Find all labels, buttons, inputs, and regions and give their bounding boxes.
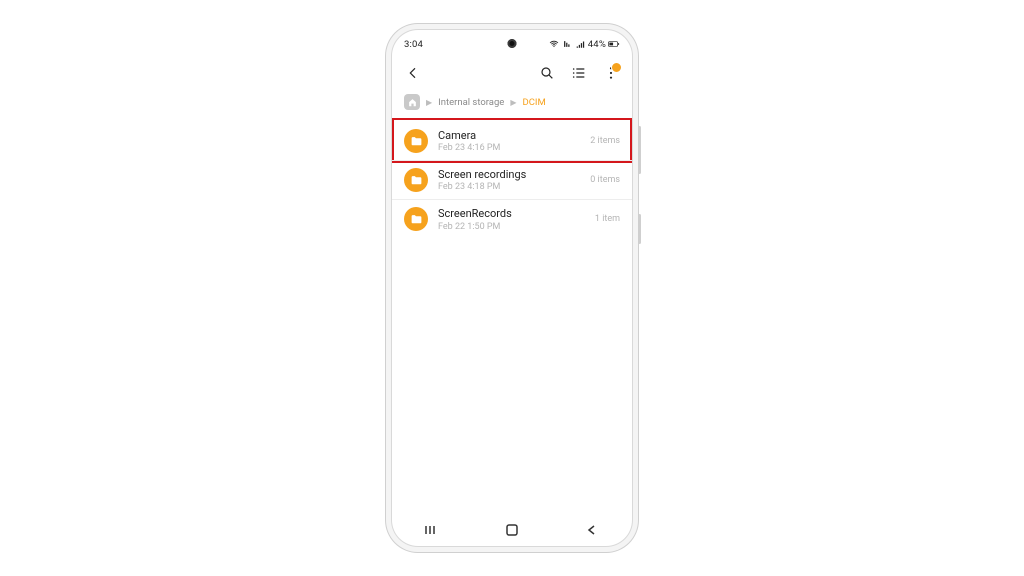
folder-name: Camera: [438, 129, 580, 142]
back-button[interactable]: [402, 62, 424, 84]
notification-badge: [611, 62, 622, 73]
breadcrumb-seg-current: DCIM: [523, 97, 546, 108]
folder-date: Feb 23 4:18 PM: [438, 182, 580, 192]
folder-row[interactable]: ScreenRecords Feb 22 1:50 PM 1 item: [392, 200, 632, 238]
battery-indicator: 44%: [588, 39, 620, 50]
android-nav-bar: [392, 520, 632, 540]
folder-icon: [404, 168, 428, 192]
status-bar: 3:04 44%: [392, 36, 632, 52]
phone-frame: 3:04 44%: [392, 30, 632, 546]
folder-name: ScreenRecords: [438, 207, 585, 220]
battery-icon: [608, 39, 620, 49]
folder-count: 0 items: [590, 175, 620, 185]
nav-home-button[interactable]: [497, 523, 527, 537]
folder-icon: [404, 207, 428, 231]
folder-row[interactable]: Camera Feb 23 4:16 PM 2 items: [392, 122, 632, 161]
folder-row[interactable]: Screen recordings Feb 23 4:18 PM 0 items: [392, 161, 632, 200]
breadcrumb-seg-internal[interactable]: Internal storage: [438, 97, 504, 108]
side-button-volume: [638, 126, 641, 174]
signal-icon: [575, 39, 585, 49]
chevron-right-icon: ▶: [426, 98, 432, 107]
volte-icon: [562, 39, 572, 49]
nav-recent-button[interactable]: [417, 524, 447, 536]
folder-date: Feb 23 4:16 PM: [438, 143, 580, 153]
search-button[interactable]: [536, 62, 558, 84]
folder-count: 2 items: [590, 136, 620, 146]
folder-list: Camera Feb 23 4:16 PM 2 items Screen rec…: [392, 122, 632, 518]
folder-icon: [404, 129, 428, 153]
app-toolbar: [392, 58, 632, 88]
wifi-icon: [549, 39, 559, 49]
battery-text: 44%: [588, 39, 606, 50]
folder-count: 1 item: [595, 214, 620, 224]
chevron-right-icon: ▶: [510, 98, 516, 107]
nav-back-button[interactable]: [577, 524, 607, 536]
view-toggle-button[interactable]: [568, 62, 590, 84]
home-chip[interactable]: [404, 94, 420, 110]
breadcrumb: ▶ Internal storage ▶ DCIM: [392, 92, 632, 112]
more-options-button[interactable]: [600, 62, 622, 84]
status-time: 3:04: [404, 39, 423, 50]
side-button-power: [638, 214, 641, 244]
folder-name: Screen recordings: [438, 168, 580, 181]
folder-date: Feb 22 1:50 PM: [438, 222, 585, 232]
